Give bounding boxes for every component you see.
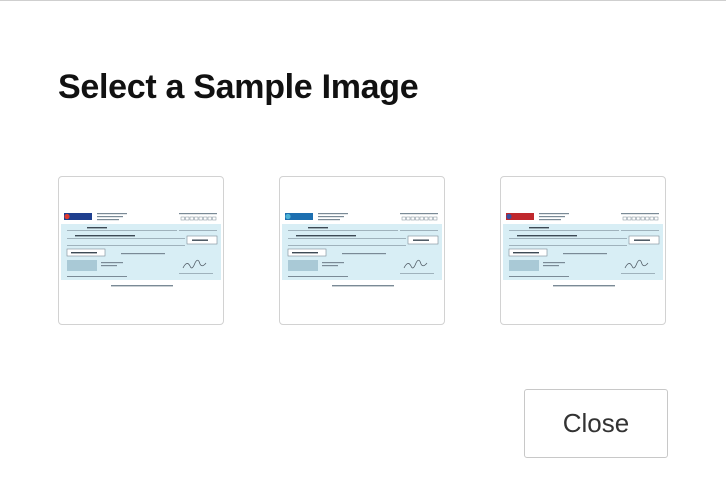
sample-image-3[interactable] xyxy=(500,176,666,325)
sample-image-1[interactable] xyxy=(58,176,224,325)
cheque-drawing xyxy=(61,213,221,287)
cheque-thumbnail xyxy=(503,210,663,292)
cheque-drawing xyxy=(282,213,442,287)
sample-image-2[interactable] xyxy=(279,176,445,325)
dialog-title: Select a Sample Image xyxy=(58,68,419,106)
cheque-thumbnail xyxy=(61,210,221,292)
top-divider xyxy=(0,0,726,1)
cheque-drawing xyxy=(503,213,663,287)
cheque-thumbnail xyxy=(282,210,442,292)
close-button[interactable]: Close xyxy=(524,389,668,458)
